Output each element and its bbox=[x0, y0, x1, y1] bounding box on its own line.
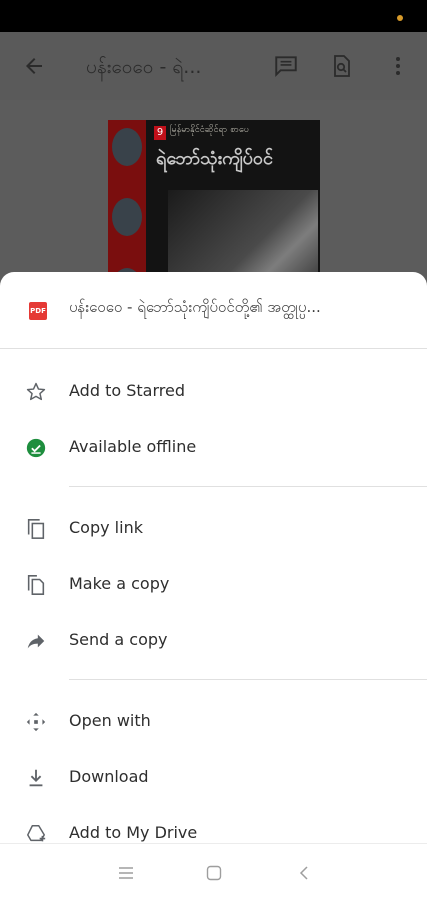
home-square-icon[interactable] bbox=[201, 860, 227, 886]
menu-item-label: Download bbox=[69, 767, 149, 786]
cover-title: ရဲဘော်သုံးကျိပ်ဝင် bbox=[156, 148, 273, 169]
system-nav-bar bbox=[0, 843, 427, 901]
menu-item-download[interactable]: Download bbox=[0, 754, 427, 802]
divider bbox=[69, 679, 427, 680]
send-arrow-icon bbox=[24, 629, 48, 653]
more-vert-icon[interactable] bbox=[378, 46, 418, 86]
file-name: ပန်းဝေဝေ - ရဲဘော်သုံးကျိပ်ဝင်တို့၏ အတ္ထု… bbox=[69, 298, 321, 316]
download-icon bbox=[24, 766, 48, 790]
comment-icon[interactable] bbox=[266, 46, 306, 86]
copy-link-icon bbox=[24, 517, 48, 541]
back-arrow-icon[interactable] bbox=[14, 46, 54, 86]
app-bar: ပန်းဝေဝေ - ရဲ... bbox=[0, 32, 427, 100]
cover-portrait bbox=[112, 198, 142, 236]
menu-item-label: Add to Starred bbox=[69, 381, 185, 400]
menu-item-add-to-starred[interactable]: Add to Starred bbox=[0, 368, 427, 416]
pdf-file-icon: PDF bbox=[29, 302, 47, 320]
menu-item-label: Send a copy bbox=[69, 630, 168, 649]
file-copy-icon bbox=[24, 573, 48, 597]
menu-item-label: Open with bbox=[69, 711, 151, 730]
menu-item-make-a-copy[interactable]: Make a copy bbox=[0, 561, 427, 609]
document-title: ပန်းဝေဝေ - ရဲ... bbox=[86, 56, 202, 78]
divider bbox=[0, 348, 427, 349]
menu-item-send-a-copy[interactable]: Send a copy bbox=[0, 617, 427, 665]
menu-item-label: Copy link bbox=[69, 518, 143, 537]
bottom-sheet: PDF ပန်းဝေဝေ - ရဲဘော်သုံးကျိပ်ဝင်တို့၏ အ… bbox=[0, 272, 427, 900]
cover-badge: 9 bbox=[154, 126, 166, 140]
menu-item-label: Available offline bbox=[69, 437, 197, 456]
menu-item-available-offline[interactable]: Available offline bbox=[0, 424, 427, 472]
menu-icon[interactable] bbox=[113, 860, 139, 886]
status-dot-icon bbox=[397, 15, 403, 21]
status-bar bbox=[0, 0, 427, 32]
back-chevron-icon[interactable] bbox=[291, 860, 317, 886]
menu-item-label: Make a copy bbox=[69, 574, 170, 593]
cover-header: မြန်မာနိုင်ငံဆိုင်ရာ စာပေ bbox=[170, 125, 249, 135]
menu-item-open-with[interactable]: Open with bbox=[0, 698, 427, 746]
star-outline-icon bbox=[24, 380, 48, 404]
divider bbox=[69, 486, 427, 487]
find-in-page-icon[interactable] bbox=[322, 46, 362, 86]
offline-check-icon bbox=[24, 436, 48, 460]
file-header: PDF ပန်းဝေဝေ - ရဲဘော်သုံးကျိပ်ဝင်တို့၏ အ… bbox=[0, 272, 427, 348]
cover-portrait bbox=[112, 128, 142, 166]
menu-item-copy-link[interactable]: Copy link bbox=[0, 505, 427, 553]
menu-item-label: Add to My Drive bbox=[69, 823, 198, 842]
open-with-icon bbox=[24, 710, 48, 734]
document-viewer[interactable]: 9 မြန်မာနိုင်ငံဆိုင်ရာ စာပေ ရဲဘော်သုံးကျ… bbox=[0, 100, 427, 300]
